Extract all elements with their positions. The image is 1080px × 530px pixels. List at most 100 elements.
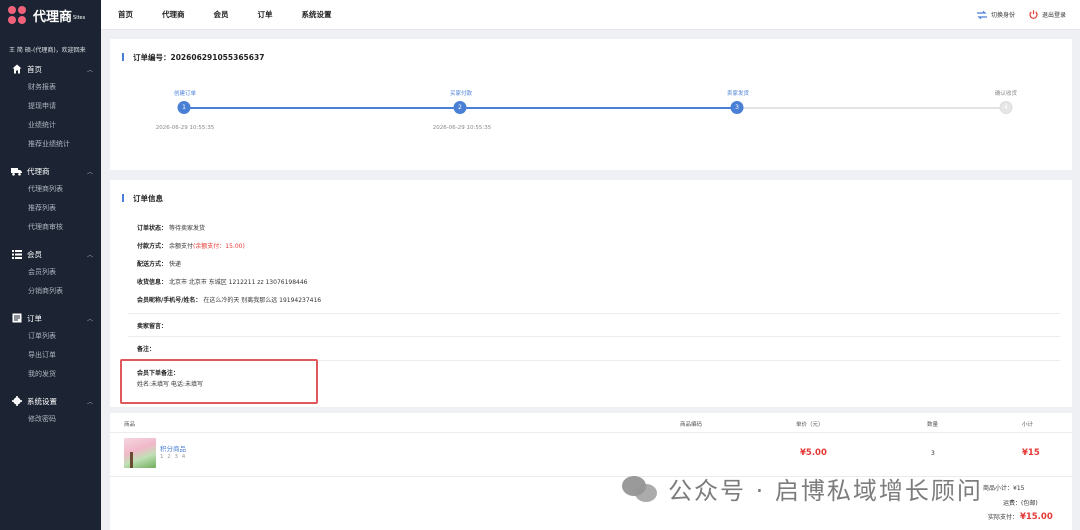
step-dot-1: 1	[177, 101, 191, 114]
step-time-2: 2026-06-29 10:55:35	[432, 125, 492, 131]
nav-head-settings[interactable]: 系统设置 ︿	[0, 392, 101, 410]
payment-extra: (余额支付：15.00)	[192, 243, 245, 250]
receiver-row: 收货信息： 北京市 北京市 东城区 1212211 zz 13076198446	[137, 277, 308, 286]
nav-head-home[interactable]: 首页 ︿	[0, 60, 101, 78]
order-steps: 创建订单 1 2026-06-29 10:55:35 买家付款 2 2026-0…	[110, 39, 1072, 159]
nav-group-settings: 系统设置 ︿ 修改密码	[0, 392, 101, 429]
list-icon	[11, 249, 22, 260]
nav-head-order[interactable]: 订单 ︿	[0, 309, 101, 327]
member-row: 会员昵称/手机号/姓名： 在这么冷的天 别离我那么远 19194237416	[137, 295, 321, 304]
chevron-up-icon: ︿	[86, 315, 93, 323]
sidebar-item-agent-list[interactable]: 代理商列表	[0, 180, 101, 199]
chevron-up-icon: ︿	[86, 398, 93, 406]
gear-icon	[11, 396, 22, 407]
chevron-up-icon: ︿	[86, 168, 93, 176]
top-nav-order[interactable]: 订单	[258, 9, 273, 20]
remark-row: 备注：	[137, 344, 155, 353]
top-actions: 切换身份 退出登录	[963, 10, 1080, 19]
goods-spec: 1 2 3 4	[160, 454, 187, 460]
top-nav: 首页 代理商 会员 订单 系统设置	[101, 9, 361, 20]
logo-icon	[8, 6, 28, 24]
sidebar-item-change-password[interactable]: 修改密码	[0, 410, 101, 429]
payment-row: 付款方式： 余额支付(余额支付：15.00)	[137, 241, 245, 250]
logo: 代理商 Sites	[0, 0, 101, 30]
goods-total-value: ¥15	[1013, 485, 1025, 492]
sidebar-item-referral-performance[interactable]: 推荐业绩统计	[0, 135, 101, 154]
switch-identity-button[interactable]: 切换身份	[976, 10, 1015, 19]
watermark-text: 公众号 · 启博私域增长顾问	[668, 477, 983, 505]
goods-thumbnail[interactable]	[124, 438, 156, 468]
payment-label: 付款方式：	[137, 243, 168, 250]
member-value: 在这么冷的天 别离我那么远 19194237416	[203, 297, 322, 304]
logout-button[interactable]: 退出登录	[1029, 10, 1066, 19]
goods-name-link[interactable]: 积分商品	[160, 443, 186, 453]
top-nav-agent[interactable]: 代理商	[162, 9, 185, 20]
order-status-value: 等待卖家发货	[168, 225, 205, 232]
receiver-label: 收货信息：	[137, 279, 168, 286]
nav-head-label: 会员	[27, 249, 42, 259]
truck-icon	[11, 166, 22, 177]
nav-group-home: 首页 ︿ 财务报表 提现申请 业绩统计 推荐业绩统计	[0, 60, 101, 154]
shipping-label: 配送方式：	[137, 261, 168, 268]
sidebar-item-distributor-list[interactable]: 分销商列表	[0, 282, 101, 301]
receiver-value: 北京市 北京市 东城区 1212211 zz 13076198446	[168, 279, 308, 286]
shipping-value: 快递	[168, 261, 181, 268]
top-nav-home[interactable]: 首页	[118, 9, 133, 20]
sidebar-item-withdraw[interactable]: 提现申请	[0, 97, 101, 116]
welcome-text: 王 简 硕-(代理商)，欢迎回来	[9, 47, 86, 54]
sidebar-item-referral-list[interactable]: 推荐列表	[0, 199, 101, 218]
nav-head-member[interactable]: 会员 ︿	[0, 245, 101, 263]
header-goods: 商品	[124, 422, 136, 428]
goods-qty: 3	[931, 450, 935, 457]
member-label: 会员昵称/手机号/姓名：	[137, 297, 202, 304]
divider	[128, 313, 1060, 314]
logo-subtext: Sites	[73, 15, 86, 21]
top-nav-member[interactable]: 会员	[214, 9, 229, 20]
step-dot-2: 2	[453, 101, 467, 114]
member-note-label: 会员下单备注：	[137, 370, 180, 377]
order-status-label: 订单状态：	[137, 225, 168, 232]
step-label-1: 创建订单	[173, 91, 197, 97]
seller-note-row: 卖家留言：	[137, 321, 167, 330]
top-nav-settings[interactable]: 系统设置	[302, 9, 332, 20]
sidebar-item-member-list[interactable]: 会员列表	[0, 263, 101, 282]
divider	[128, 336, 1060, 337]
shipping-row: 配送方式： 快递	[137, 259, 181, 268]
member-note-value-row: 姓名:未填写 电话:未填写	[137, 379, 203, 388]
nav-head-label: 代理商	[27, 166, 50, 176]
seller-note-label: 卖家留言：	[137, 323, 168, 330]
step-label-4: 确认收货	[994, 91, 1018, 97]
step-label-3: 卖家发货	[726, 91, 750, 97]
paid-value: ¥15.00	[1019, 512, 1053, 522]
order-info-title: 订单信息	[122, 193, 163, 204]
sidebar-item-order-list[interactable]: 订单列表	[0, 327, 101, 346]
header-subtotal: 小计	[1022, 422, 1034, 428]
header-price: 单价（元）	[796, 422, 824, 428]
nav-group-agent: 代理商 ︿ 代理商列表 推荐列表 代理商审核	[0, 162, 101, 237]
wechat-icon	[622, 474, 660, 504]
paid-label: 实际支付：	[988, 514, 1019, 521]
nav-head-label: 系统设置	[27, 396, 57, 406]
nav-group-order: 订单 ︿ 订单列表 导出订单 我的发货	[0, 309, 101, 384]
sidebar-item-export-order[interactable]: 导出订单	[0, 346, 101, 365]
goods-total-row: 商品小计：¥15	[983, 483, 1024, 492]
switch-icon	[976, 10, 987, 19]
power-icon	[1029, 10, 1038, 19]
order-progress-card: 订单编号：202606291055365637 创建订单 1 2026-06-2…	[110, 39, 1072, 170]
goods-subtotal: ¥15	[1022, 448, 1040, 458]
sidebar-item-my-shipping[interactable]: 我的发货	[0, 365, 101, 384]
paid-row: 实际支付： ¥15.00	[988, 512, 1053, 522]
nav-group-member: 会员 ︿ 会员列表 分销商列表	[0, 245, 101, 301]
sidebar: 代理商 Sites 王 简 硕-(代理商)，欢迎回来 首页 ︿ 财务报表 提现申…	[0, 0, 101, 530]
sidebar-item-agent-review[interactable]: 代理商审核	[0, 218, 101, 237]
nav-head-label: 订单	[27, 313, 42, 323]
nav-head-agent[interactable]: 代理商 ︿	[0, 162, 101, 180]
divider	[110, 432, 1072, 433]
sidebar-item-performance[interactable]: 业绩统计	[0, 116, 101, 135]
chevron-up-icon: ︿	[86, 66, 93, 74]
goods-total-label: 商品小计：	[983, 485, 1014, 492]
step-line-pending	[736, 107, 1006, 109]
member-note-title-row: 会员下单备注：	[137, 368, 179, 377]
order-info-card: 订单信息 订单状态： 等待卖家发货 付款方式： 余额支付(余额支付：15.00)…	[110, 180, 1072, 407]
sidebar-item-finance[interactable]: 财务报表	[0, 78, 101, 97]
